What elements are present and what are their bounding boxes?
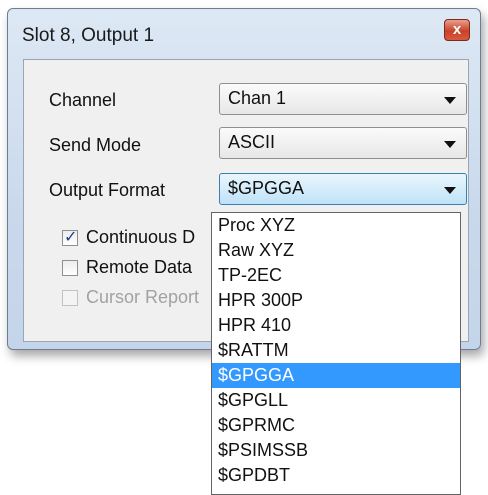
- chevron-down-icon: [444, 141, 456, 148]
- dropdown-option[interactable]: HPR 300P: [212, 288, 460, 313]
- close-icon: x: [452, 21, 462, 38]
- dropdown-option[interactable]: $GPRMC: [212, 413, 460, 438]
- continuous-checkbox-label: Continuous D: [86, 227, 196, 247]
- cursor-report-checkbox-label: Cursor Report: [86, 287, 200, 307]
- dropdown-option[interactable]: TP-2EC: [212, 263, 460, 288]
- continuous-checkbox[interactable]: ✓: [62, 229, 78, 246]
- dropdown-option-selected[interactable]: $GPGGA: [212, 363, 460, 388]
- remote-data-checkbox-label: Remote Data: [86, 257, 193, 277]
- channel-value: Chan 1: [228, 88, 287, 108]
- remote-data-checkbox[interactable]: [62, 260, 78, 276]
- output-format-label: Output Format: [49, 180, 166, 200]
- dropdown-option[interactable]: Proc XYZ: [212, 213, 460, 238]
- close-button[interactable]: x: [444, 19, 470, 41]
- dropdown-option[interactable]: Raw XYZ: [212, 238, 460, 263]
- send-mode-value: ASCII: [228, 132, 276, 152]
- chevron-down-icon: [444, 97, 456, 104]
- cursor-report-checkbox: [62, 290, 78, 306]
- dropdown-option[interactable]: $GPGLL: [212, 388, 460, 413]
- window-title: Slot 8, Output 1: [22, 25, 155, 46]
- channel-select[interactable]: Chan 1: [219, 83, 467, 115]
- dropdown-option[interactable]: $GPDBT: [212, 463, 460, 488]
- channel-label: Channel: [49, 90, 117, 110]
- output-format-select[interactable]: $GPGGA: [219, 173, 467, 205]
- dropdown-option[interactable]: $PSIMSSB: [212, 438, 460, 463]
- output-format-value: $GPGGA: [228, 178, 305, 198]
- chevron-down-icon: [444, 187, 456, 194]
- checkmark-icon: ✓: [64, 229, 78, 246]
- output-format-dropdown-list[interactable]: Proc XYZ Raw XYZ TP-2EC HPR 300P HPR 410…: [211, 212, 461, 495]
- dropdown-option[interactable]: $RATTM: [212, 338, 460, 363]
- send-mode-select[interactable]: ASCII: [219, 127, 467, 159]
- dropdown-option[interactable]: HPR 410: [212, 313, 460, 338]
- send-mode-label: Send Mode: [49, 135, 142, 155]
